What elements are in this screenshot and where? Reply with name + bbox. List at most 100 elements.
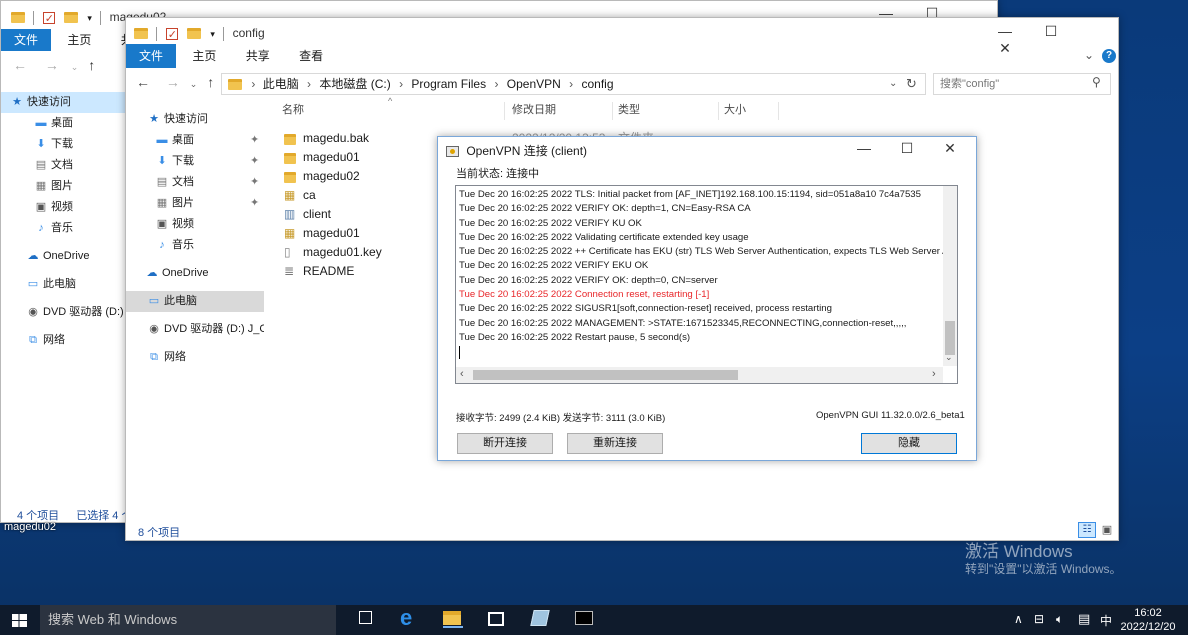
column-date[interactable]: 修改日期	[512, 98, 556, 122]
tray-expand-icon[interactable]: ∧	[1014, 612, 1023, 626]
desktop-icon-label[interactable]: magedu02	[4, 521, 56, 533]
back-arrow-icon[interactable]: ←	[13, 57, 27, 73]
new-folder-icon[interactable]	[187, 28, 202, 40]
pin-icon[interactable]: ✦	[250, 151, 259, 172]
history-chevron-icon[interactable]: ⌄	[190, 79, 198, 89]
tab-file[interactable]: 文件	[126, 44, 177, 68]
tab-share[interactable]: 共享	[233, 44, 283, 68]
properties-icon[interactable]	[42, 10, 55, 28]
taskbar-search-input[interactable]: 搜索 Web 和 Windows	[40, 605, 336, 635]
file-explorer-icon[interactable]	[443, 608, 463, 628]
nav-desktop[interactable]: ▬ 桌面 ✦	[126, 130, 264, 151]
search-icon[interactable]: ⚲	[1092, 75, 1101, 89]
log-view[interactable]: Tue Dec 20 16:02:25 2022 TLS: Initial pa…	[455, 185, 958, 384]
properties-icon[interactable]	[165, 26, 178, 44]
address-dropdown-icon[interactable]: ⌄	[889, 74, 897, 94]
pin-icon[interactable]: ✦	[250, 193, 259, 214]
ribbon-expand-icon[interactable]: ⌄	[1084, 48, 1094, 62]
store-icon[interactable]	[486, 608, 506, 628]
edge-browser-icon[interactable]: e	[400, 607, 420, 629]
volume-icon[interactable]: 🔈︎	[1056, 612, 1063, 627]
back-tab-file[interactable]: 文件	[1, 29, 52, 51]
ime-indicator[interactable]: 中	[1100, 612, 1112, 629]
nav-this-pc[interactable]: ▭ 此电脑	[126, 291, 264, 312]
back-nav-music[interactable]: ♪ 音乐	[1, 218, 73, 239]
back-nav-this-pc[interactable]: ▭ 此电脑	[1, 274, 76, 295]
tab-home[interactable]: 主页	[179, 44, 229, 68]
chevron-down-icon[interactable]: ▾	[210, 29, 215, 39]
nav-quick-access[interactable]: ★ 快速访问	[126, 109, 208, 130]
horizontal-scroll-thumb[interactable]	[473, 370, 738, 380]
start-button[interactable]	[0, 605, 40, 635]
command-prompt-icon[interactable]	[574, 608, 594, 628]
back-nav-onedrive[interactable]: ☁ OneDrive	[1, 246, 90, 267]
chevron-down-icon[interactable]: ▾	[87, 13, 92, 23]
breadcrumb-local-disk[interactable]: 本地磁盘 (C:)	[319, 77, 390, 91]
vertical-scroll-thumb[interactable]	[945, 321, 955, 355]
vertical-scrollbar[interactable]: ⌄	[943, 186, 957, 366]
nav-pictures[interactable]: ▦ 图片 ✦	[126, 193, 264, 214]
file-row[interactable]: ≣ README	[284, 262, 354, 281]
breadcrumb-openvpn[interactable]: OpenVPN	[507, 77, 561, 91]
nav-videos[interactable]: ▣ 视频	[126, 214, 194, 235]
back-nav-pictures[interactable]: ▦ 图片	[1, 176, 73, 197]
maximize-button[interactable]: ☐	[1028, 23, 1074, 40]
nav-onedrive[interactable]: ☁ OneDrive	[126, 263, 209, 284]
back-nav-videos[interactable]: ▣ 视频	[1, 197, 73, 218]
close-button[interactable]: ✕	[928, 140, 972, 157]
minimize-button[interactable]: —	[982, 23, 1028, 39]
openvpn-dialog[interactable]: OpenVPN 连接 (client) — ☐ ✕ 当前状态: 连接中 Tue De…	[437, 136, 977, 461]
back-nav-network[interactable]: ⧉ 网络	[1, 330, 65, 351]
nav-network[interactable]: ⧉ 网络	[126, 347, 186, 368]
task-view-icon[interactable]	[356, 608, 376, 628]
back-nav-desktop[interactable]: ▬ 桌面	[1, 113, 74, 134]
pin-icon[interactable]: ✦	[250, 130, 259, 151]
file-row[interactable]: ▦ magedu01	[284, 224, 360, 243]
forward-arrow-icon[interactable]: →	[45, 57, 59, 73]
file-row[interactable]: ▯ magedu01.key	[284, 243, 382, 262]
maximize-button[interactable]: ☐	[886, 140, 928, 157]
column-type[interactable]: 类型	[618, 98, 640, 122]
new-folder-icon[interactable]	[64, 12, 79, 24]
search-input[interactable]: 搜索"config"	[933, 73, 1111, 95]
openvpn-gui-icon[interactable]	[530, 608, 550, 628]
scroll-right-icon[interactable]: ›	[932, 368, 936, 380]
tab-view[interactable]: 查看	[286, 44, 336, 68]
back-nav-downloads[interactable]: ⬇ 下载	[1, 134, 73, 155]
clock[interactable]: 16:02 2022/12/20	[1116, 606, 1180, 634]
action-center-icon[interactable]: ▤	[1078, 611, 1090, 627]
breadcrumb-this-pc[interactable]: 此电脑	[263, 77, 299, 91]
nav-dvd[interactable]: ◉ DVD 驱动器 (D:) J_C	[126, 319, 264, 340]
nav-downloads[interactable]: ⬇ 下载 ✦	[126, 151, 264, 172]
horizontal-scrollbar[interactable]: ‹ ›	[456, 367, 943, 383]
minimize-button[interactable]: —	[842, 140, 886, 156]
breadcrumb-program-files[interactable]: Program Files	[411, 77, 486, 91]
nav-documents[interactable]: ▤ 文档 ✦	[126, 172, 264, 193]
breadcrumb-config[interactable]: config	[582, 77, 614, 91]
refresh-icon[interactable]: ↻	[906, 74, 917, 94]
up-arrow-icon[interactable]: ↑	[88, 57, 95, 73]
column-name[interactable]: 名称	[282, 98, 304, 122]
back-nav-documents[interactable]: ▤ 文档	[1, 155, 73, 176]
large-icons-view-icon[interactable]: ▣	[1099, 522, 1115, 538]
file-row[interactable]: ▦ ca	[284, 186, 316, 205]
file-row[interactable]: ▥ client	[284, 205, 331, 224]
back-nav-dvd[interactable]: ◉ DVD 驱动器 (D:) J	[1, 302, 129, 323]
disconnect-button[interactable]: 断开连接	[457, 433, 553, 454]
up-arrow-icon[interactable]: ↑	[207, 74, 214, 90]
nav-music[interactable]: ♪ 音乐	[126, 235, 194, 256]
reconnect-button[interactable]: 重新连接	[567, 433, 663, 454]
column-size[interactable]: 大小	[724, 98, 746, 122]
back-nav-quick-access[interactable]: ★ 快速访问	[1, 92, 129, 113]
history-chevron-icon[interactable]: ⌄	[71, 62, 79, 72]
hide-button[interactable]: 隐藏	[861, 433, 957, 454]
network-tray-icon[interactable]: ⊟	[1034, 612, 1044, 626]
address-bar[interactable]: › 此电脑 › 本地磁盘 (C:) › Program Files › Open…	[221, 73, 926, 95]
file-row[interactable]: magedu01	[284, 148, 360, 167]
back-arrow-icon[interactable]: ←	[136, 74, 150, 90]
scroll-left-icon[interactable]: ‹	[460, 368, 464, 380]
file-row[interactable]: magedu02	[284, 167, 360, 186]
details-view-icon[interactable]: ☷	[1078, 522, 1096, 538]
scroll-down-icon[interactable]: ⌄	[945, 352, 953, 363]
forward-arrow-icon[interactable]: →	[166, 74, 180, 90]
